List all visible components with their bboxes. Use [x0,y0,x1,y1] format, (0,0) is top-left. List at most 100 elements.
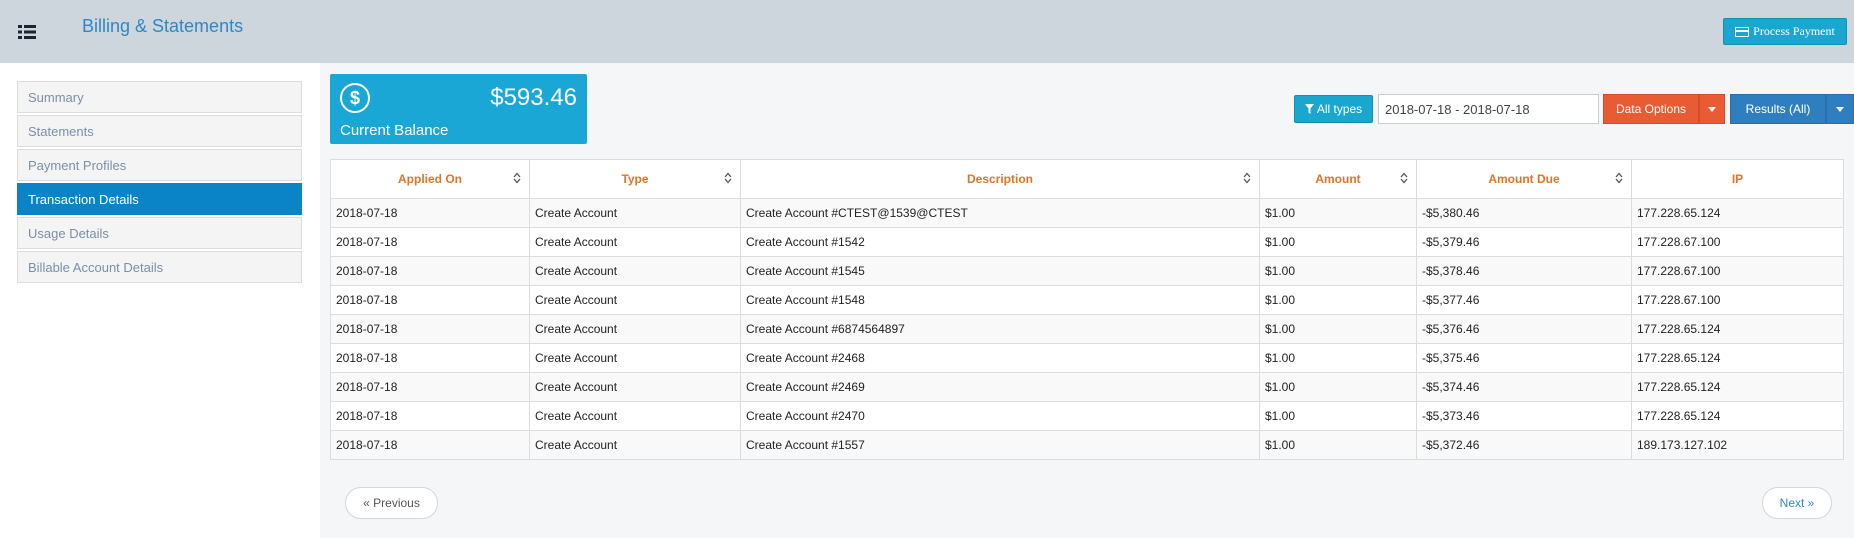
table-header-row: Applied On Type Description Amount Amoun… [330,159,1844,199]
cell-ip: 177.228.65.124 [1631,401,1844,431]
cell-description: Create Account #2469 [740,372,1260,402]
cell-applied-on: 2018-07-18 [330,343,530,373]
column-header-ip[interactable]: IP [1631,159,1844,199]
date-range-input[interactable] [1378,94,1599,124]
cell-type: Create Account [529,430,741,460]
cell-description: Create Account #CTEST@1539@CTEST [740,198,1260,228]
cell-ip: 177.228.65.124 [1631,314,1844,344]
cell-type: Create Account [529,198,741,228]
cell-ip: 177.228.65.124 [1631,372,1844,402]
credit-card-icon [1735,26,1750,37]
cell-description: Create Account #1557 [740,430,1260,460]
column-label: Description [966,172,1033,186]
process-payment-button[interactable]: Process Payment [1723,18,1847,45]
data-options-dropdown-toggle[interactable] [1699,94,1725,124]
cell-description: Create Account #6874564897 [740,314,1260,344]
cell-type: Create Account [529,256,741,286]
process-payment-label: Process Payment [1753,24,1835,38]
table-row: 2018-07-18 Create Account Create Account… [330,430,1844,460]
cell-amount-due: -$5,374.46 [1416,372,1632,402]
cell-description: Create Account #1548 [740,285,1260,315]
table-row: 2018-07-18 Create Account Create Account… [330,198,1844,228]
table-row: 2018-07-18 Create Account Create Account… [330,227,1844,257]
sidebar-item-payment-profiles[interactable]: Payment Profiles [17,149,302,181]
table-row: 2018-07-18 Create Account Create Account… [330,372,1844,402]
transactions-table: Applied On Type Description Amount Amoun… [330,159,1844,460]
column-label: Amount Due [1488,172,1560,186]
sidebar-item-statements[interactable]: Statements [17,115,302,147]
filter-icon [1304,104,1314,114]
all-types-button[interactable]: All types [1294,95,1373,123]
sort-icon [1243,172,1251,184]
results-button[interactable]: Results (All) [1730,94,1826,124]
list-icon[interactable] [18,25,36,39]
page-title: Billing & Statements [82,16,244,36]
sidebar-item-transaction-details[interactable]: Transaction Details [17,183,302,215]
cell-description: Create Account #1542 [740,227,1260,257]
cell-applied-on: 2018-07-18 [330,285,530,315]
cell-amount-due: -$5,373.46 [1416,401,1632,431]
column-label: Applied On [398,172,462,186]
previous-page-button[interactable]: « Previous [345,487,438,519]
column-header-amount-due[interactable]: Amount Due [1416,159,1632,199]
cell-amount-due: -$5,372.46 [1416,430,1632,460]
cell-type: Create Account [529,314,741,344]
column-label: Amount [1315,172,1361,186]
column-label: IP [1731,172,1744,186]
cell-amount-due: -$5,376.46 [1416,314,1632,344]
cell-amount: $1.00 [1259,430,1417,460]
data-options-group: Data Options [1603,94,1725,124]
sidebar-item-usage-details[interactable]: Usage Details [17,217,302,249]
cell-amount: $1.00 [1259,343,1417,373]
sort-icon [724,172,732,184]
cell-applied-on: 2018-07-18 [330,256,530,286]
cell-type: Create Account [529,343,741,373]
cell-applied-on: 2018-07-18 [330,372,530,402]
balance-label: Current Balance [340,122,449,139]
results-group: Results (All) [1730,94,1854,124]
sort-icon [1400,172,1408,184]
cell-amount: $1.00 [1259,372,1417,402]
caret-down-icon [1708,106,1716,112]
cell-type: Create Account [529,372,741,402]
dollar-circle-icon: $ [340,83,370,113]
cell-amount: $1.00 [1259,198,1417,228]
cell-ip: 177.228.67.100 [1631,256,1844,286]
cell-amount: $1.00 [1259,227,1417,257]
table-row: 2018-07-18 Create Account Create Account… [330,285,1844,315]
cell-amount-due: -$5,379.46 [1416,227,1632,257]
caret-down-icon [1836,106,1844,112]
cell-description: Create Account #2468 [740,343,1260,373]
column-header-description[interactable]: Description [740,159,1260,199]
sidebar-item-billable-account-details[interactable]: Billable Account Details [17,251,302,283]
cell-amount: $1.00 [1259,314,1417,344]
cell-amount-due: -$5,377.46 [1416,285,1632,315]
cell-applied-on: 2018-07-18 [330,430,530,460]
sidebar-item-summary[interactable]: Summary [17,81,302,113]
column-header-amount[interactable]: Amount [1259,159,1417,199]
cell-amount: $1.00 [1259,401,1417,431]
data-options-button[interactable]: Data Options [1603,94,1699,124]
all-types-label: All types [1316,102,1363,116]
cell-ip: 177.228.65.124 [1631,198,1844,228]
sort-icon [513,172,521,184]
next-page-button[interactable]: Next » [1762,487,1832,519]
cell-amount: $1.00 [1259,285,1417,315]
table-row: 2018-07-18 Create Account Create Account… [330,314,1844,344]
current-balance-card: $ $593.46 Current Balance [330,74,587,144]
sidebar: Summary Statements Payment Profiles Tran… [17,81,302,285]
table-row: 2018-07-18 Create Account Create Account… [330,401,1844,431]
column-label: Type [621,172,649,186]
cell-type: Create Account [529,227,741,257]
cell-description: Create Account #2470 [740,401,1260,431]
cell-ip: 177.228.65.124 [1631,343,1844,373]
column-header-type[interactable]: Type [529,159,741,199]
cell-applied-on: 2018-07-18 [330,198,530,228]
table-row: 2018-07-18 Create Account Create Account… [330,343,1844,373]
column-header-applied-on[interactable]: Applied On [330,159,530,199]
top-bar: Billing & Statements Process Payment [0,0,1854,63]
results-dropdown-toggle[interactable] [1826,94,1854,124]
balance-amount: $593.46 [490,84,577,111]
cell-description: Create Account #1545 [740,256,1260,286]
cell-amount: $1.00 [1259,256,1417,286]
